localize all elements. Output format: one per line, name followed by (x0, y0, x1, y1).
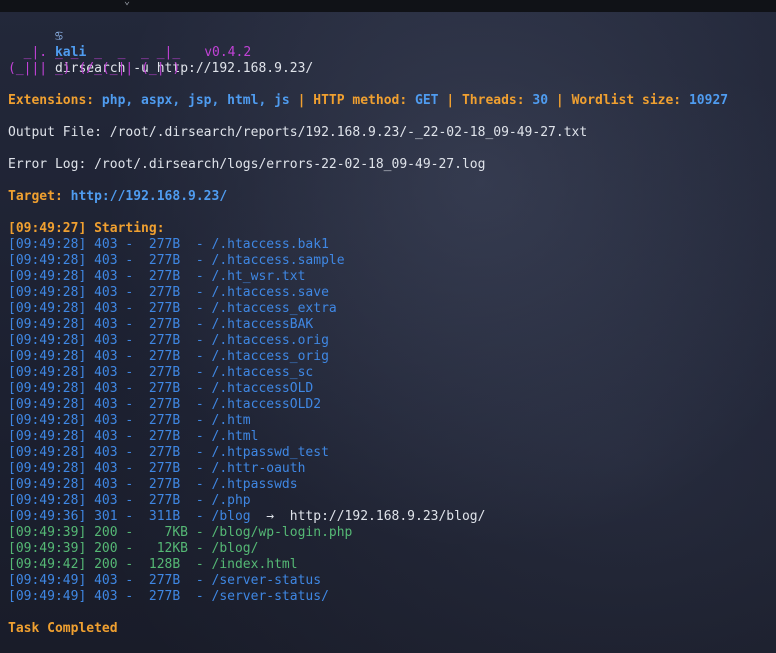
tab-bar: ⌄ (0, 0, 776, 12)
result-text: [09:49:28] 403 - 277B - /.htaccess.save (8, 285, 329, 300)
result-row: [09:49:28] 403 - 277B - /.htaccessOLD (8, 381, 776, 397)
extensions-label: Extensions: (8, 93, 95, 108)
result-text: [09:49:28] 403 - 277B - /.htpasswd_test (8, 445, 329, 460)
starting-line: [09:49:27] Starting: (8, 221, 165, 236)
result-row: [09:49:28] 403 - 277B - /.htaccess.sampl… (8, 253, 776, 269)
final-prompt-line: ♋ kali (8, 637, 776, 653)
result-text: [09:49:28] 403 - 277B - /.html (8, 429, 259, 444)
result-row: [09:49:49] 403 - 277B - /server-status/ (8, 589, 776, 605)
kali-dragon-icon: ♋ (54, 29, 63, 44)
result-text: [09:49:36] 301 - 311B - /blog (8, 509, 251, 524)
result-row: [09:49:28] 403 - 277B - /.htpasswds (8, 477, 776, 493)
result-text: [09:49:28] 403 - 277B - /.htaccessOLD (8, 381, 314, 396)
output-file-line: Output File: /root/.dirsearch/reports/19… (8, 125, 588, 140)
result-text: [09:49:28] 403 - 277B - /.htaccessBAK (8, 317, 314, 332)
result-text: [09:49:28] 403 - 277B - /.htaccess.sampl… (8, 253, 345, 268)
separator: | (555, 93, 564, 108)
result-text: [09:49:28] 403 - 277B - /.htaccess.bak1 (8, 237, 329, 252)
logo-line-2: (_||| _) (/_(_|| (_| ) (8, 61, 776, 77)
result-row: [09:49:28] 403 - 277B - /.html (8, 429, 776, 445)
result-row: [09:49:28] 403 - 277B - /.htaccessBAK (8, 317, 776, 333)
result-text: [09:49:28] 403 - 277B - /.httr-oauth (8, 461, 306, 476)
result-row: [09:49:28] 403 - 277B - /.htaccess.bak1 (8, 237, 776, 253)
result-row: [09:49:36] 301 - 311B - /blog → http://1… (8, 509, 776, 525)
target-line: Target: http://192.168.9.23/ (8, 189, 776, 205)
result-row: [09:49:28] 403 - 277B - /.htaccess_orig (8, 349, 776, 365)
result-row: [09:49:28] 403 - 277B - /.htpasswd_test (8, 445, 776, 461)
wordlist-label: Wordlist size: (571, 93, 682, 108)
results-list: [09:49:28] 403 - 277B - /.htaccess.bak1[… (8, 237, 776, 605)
result-text: [09:49:28] 403 - 277B - /.htaccess_orig (8, 349, 329, 364)
result-row: [09:49:28] 403 - 277B - /.htaccess.orig (8, 333, 776, 349)
result-row: [09:49:28] 403 - 277B - /.htm (8, 413, 776, 429)
config-info-line: Extensions: php, aspx, jsp, html, js | H… (8, 93, 776, 109)
logo-line-1: _|. _ _ _ _ _ _|_ v0.4.2 (8, 45, 776, 61)
result-text: [09:49:28] 403 - 277B - /.htpasswds (8, 477, 298, 492)
separator: | (446, 93, 455, 108)
result-row: [09:49:28] 403 - 277B - /.httr-oauth (8, 461, 776, 477)
result-text: [09:49:49] 403 - 277B - /server-status (8, 573, 322, 588)
version-label: v0.4.2 (204, 45, 252, 60)
method-value: GET (415, 93, 439, 108)
result-row: [09:49:39] 200 - 12KB - /blog/ (8, 541, 776, 557)
result-text: [09:49:39] 200 - 7KB - /blog/wp-login.ph… (8, 525, 353, 540)
result-text: [09:49:28] 403 - 277B - /.htaccess_extra (8, 301, 337, 316)
result-row: [09:49:28] 403 - 277B - /.htaccessOLD2 (8, 397, 776, 413)
result-row: [09:49:28] 403 - 277B - /.htaccess.save (8, 285, 776, 301)
result-row: [09:49:28] 403 - 277B - /.htaccess_sc (8, 365, 776, 381)
result-row: [09:49:39] 200 - 7KB - /blog/wp-login.ph… (8, 525, 776, 541)
result-text: [09:49:28] 403 - 277B - /.htaccess_sc (8, 365, 314, 380)
target-url: http://192.168.9.23/ (70, 189, 228, 204)
result-row: [09:49:28] 403 - 277B - /.ht_wsr.txt (8, 269, 776, 285)
command-prompt-line: ♋ kali dirsearch -u http://192.168.9.23/ (8, 13, 776, 76)
chevron-down-icon[interactable]: ⌄ (124, 0, 130, 7)
result-row: [09:49:42] 200 - 128B - /index.html (8, 557, 776, 573)
target-label: Target: (8, 189, 63, 204)
result-text: [09:49:28] 403 - 277B - /.htaccessOLD2 (8, 397, 322, 412)
logo-art-top: _|. _ _ _ _ _ _|_ (8, 45, 181, 60)
result-row: [09:49:49] 403 - 277B - /server-status (8, 573, 776, 589)
terminal-output: ♋ kali dirsearch -u http://192.168.9.23/… (8, 13, 776, 653)
method-label: HTTP method: (313, 93, 408, 108)
result-text: [09:49:49] 403 - 277B - /server-status/ (8, 589, 329, 604)
task-completed-line: Task Completed (8, 621, 118, 636)
result-text: [09:49:39] 200 - 12KB - /blog/ (8, 541, 259, 556)
result-text: [09:49:28] 403 - 277B - /.htaccess.orig (8, 333, 329, 348)
redirect-target: → http://192.168.9.23/blog/ (250, 509, 486, 524)
threads-label: Threads: (461, 93, 525, 108)
terminal-window[interactable]: ⌄ ♋ kali dirsearch -u http://192.168.9.2… (0, 0, 776, 653)
result-text: [09:49:28] 403 - 277B - /.php (8, 493, 251, 508)
wordlist-value: 10927 (688, 93, 729, 108)
threads-value: 30 (532, 93, 549, 108)
logo-art-bottom: (_||| _) (/_(_|| (_| ) (8, 61, 181, 76)
result-row: [09:49:28] 403 - 277B - /.php (8, 493, 776, 509)
result-row: [09:49:28] 403 - 277B - /.htaccess_extra (8, 301, 776, 317)
result-text: [09:49:28] 403 - 277B - /.htm (8, 413, 251, 428)
separator: | (297, 93, 306, 108)
error-log-line: Error Log: /root/.dirsearch/logs/errors-… (8, 157, 486, 172)
result-text: [09:49:28] 403 - 277B - /.ht_wsr.txt (8, 269, 306, 284)
result-text: [09:49:42] 200 - 128B - /index.html (8, 557, 298, 572)
extensions-value: php, aspx, jsp, html, js (101, 93, 290, 108)
